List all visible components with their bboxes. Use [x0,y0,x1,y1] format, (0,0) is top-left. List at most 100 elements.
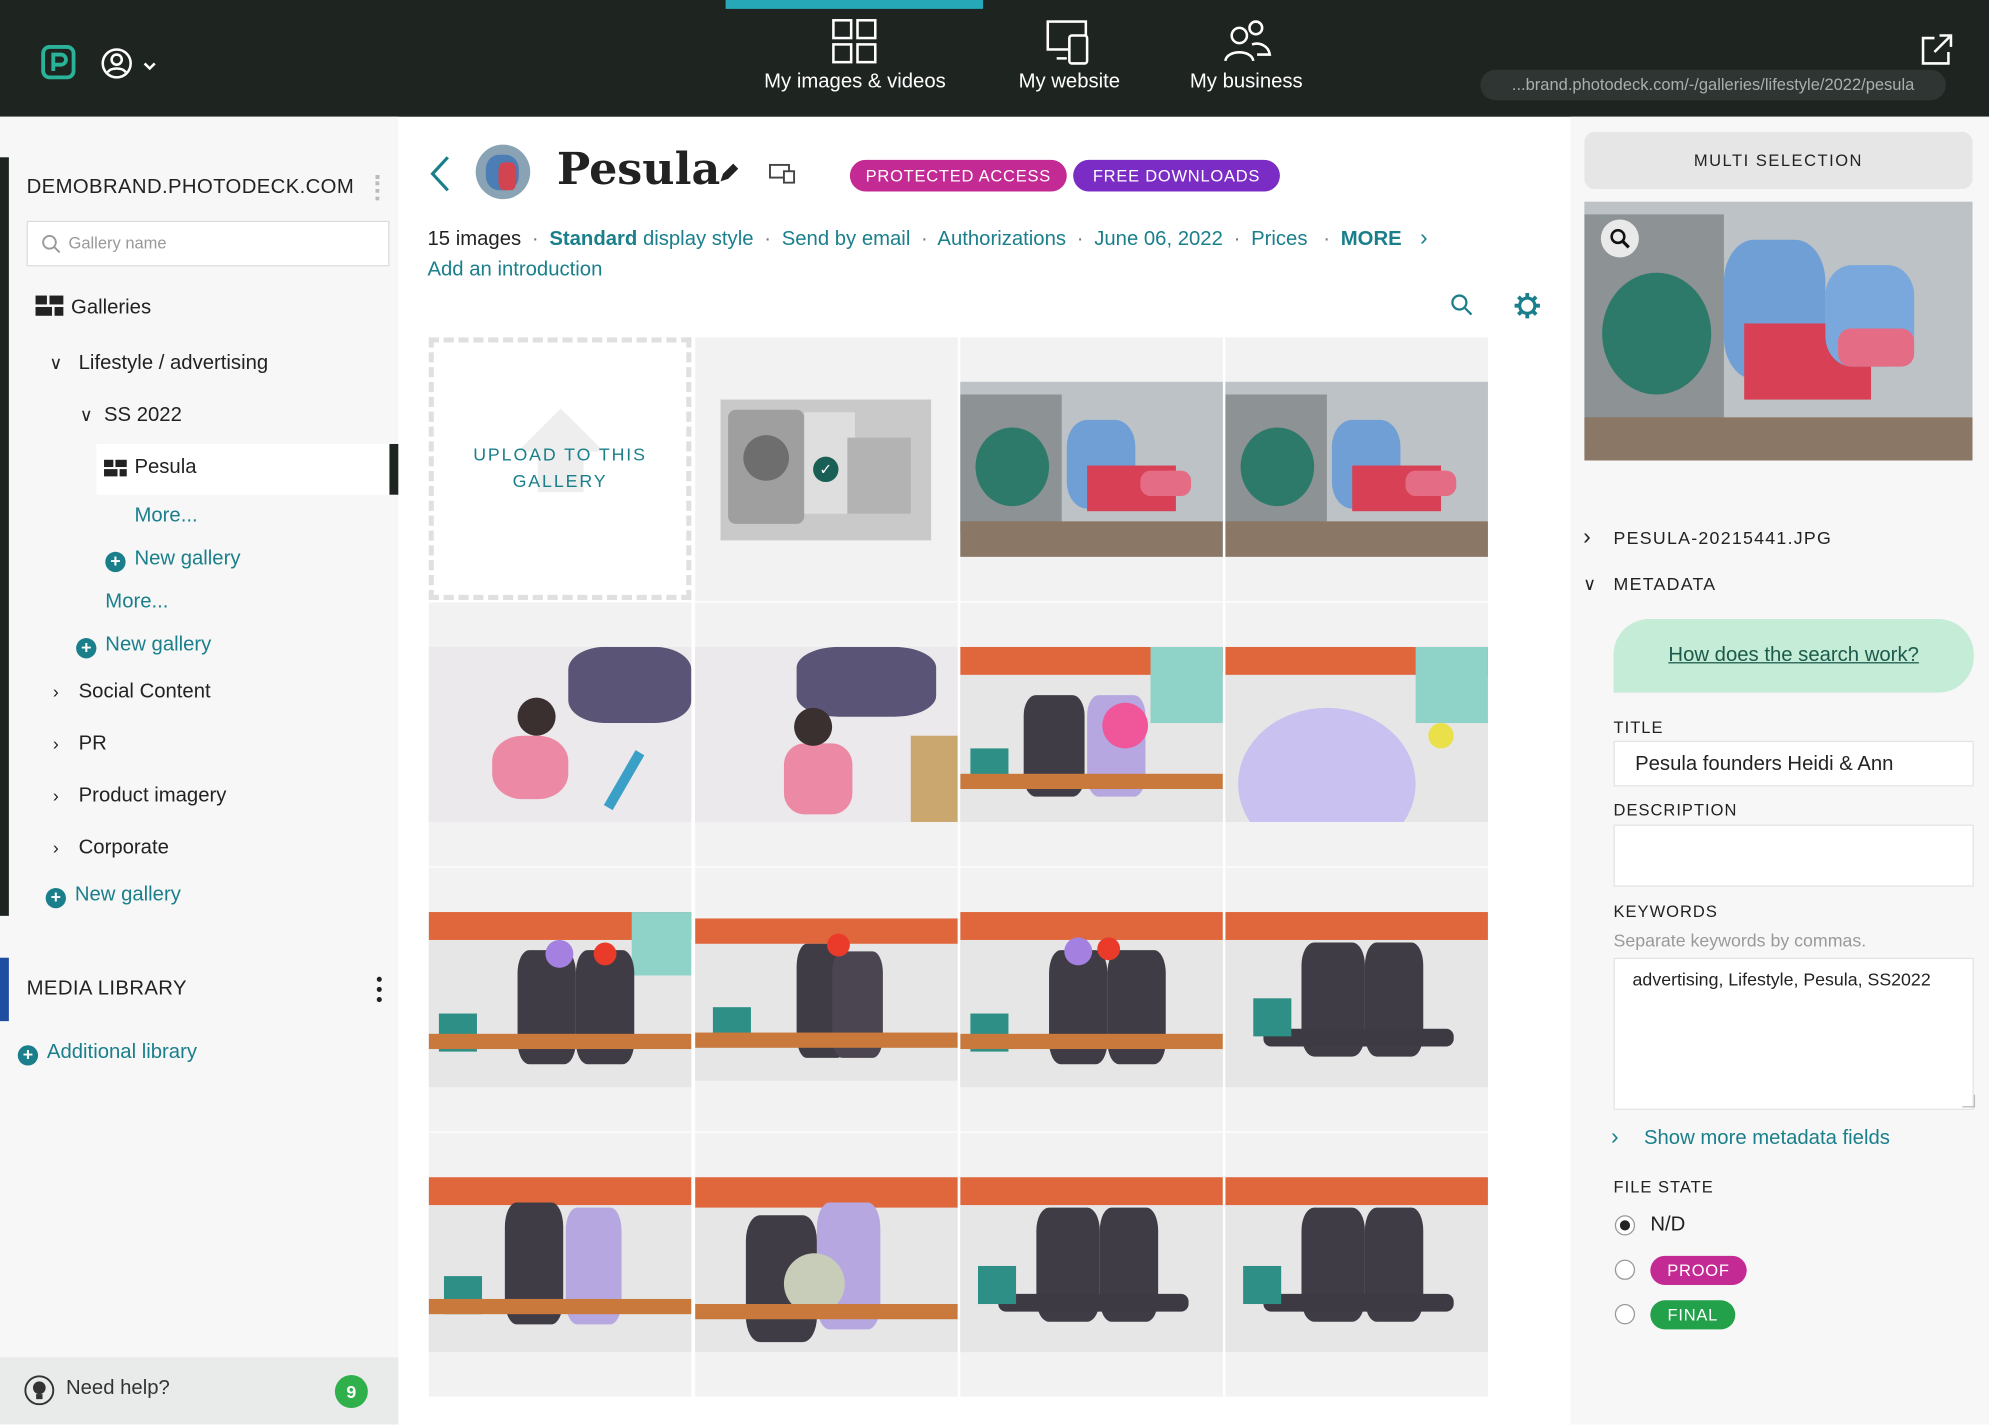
multi-selection-button[interactable]: MULTI SELECTION [1584,131,1973,190]
tree-label: Corporate [78,837,169,859]
image-tile[interactable] [695,1132,958,1397]
authorizations-link[interactable]: Authorizations [937,228,1066,250]
plus-icon: + [17,1045,39,1066]
image-thumbnail [1225,381,1488,557]
preview-image[interactable] [1584,201,1973,461]
more-link[interactable]: MORE [1341,228,1402,250]
tree-more-inner[interactable]: More... [134,505,197,528]
keywords-hint: Separate keywords by commas. [1613,929,1867,951]
upload-tile[interactable]: UPLOAD TO THIS GALLERY [428,337,692,602]
file-state-nd-radio[interactable] [1614,1215,1636,1236]
file-state-final-radio[interactable] [1614,1304,1636,1325]
image-tile[interactable] [1225,867,1488,1132]
search-help-bubble[interactable]: How does the search work? [1613,619,1974,693]
image-thumbnail [695,1177,958,1353]
open-external-icon[interactable] [1919,33,1955,72]
chevron-right-icon: › [52,681,59,702]
display-style-link[interactable]: Standard display style [549,228,753,250]
description-field[interactable] [1613,824,1974,887]
plus-icon: + [105,551,126,573]
nav-my-images-videos[interactable]: My images & videos [755,18,955,107]
protected-access-badge[interactable]: PROTECTED ACCESS [849,159,1067,192]
image-tile[interactable] [428,867,692,1132]
media-library-menu-icon[interactable] [375,975,383,1009]
image-thumbnail [1225,646,1488,822]
image-tile[interactable] [960,602,1223,867]
tree-more-outer[interactable]: More... [105,591,168,614]
file-state-proof-radio[interactable] [1614,1259,1636,1280]
image-tile[interactable] [695,602,958,867]
plus-icon: + [45,887,66,909]
tree-label: Lifestyle / advertising [78,352,269,375]
tree-item-ss2022[interactable]: ∨ SS 2022 [76,405,182,428]
image-tile[interactable] [428,602,692,867]
image-tile[interactable] [960,867,1223,1132]
add-introduction-link[interactable]: Add an introduction [427,259,602,282]
people-icon [1223,20,1271,62]
image-tile[interactable] [960,337,1223,602]
edit-pencil-icon[interactable] [717,162,740,191]
account-menu-icon[interactable] [100,47,161,89]
search-icon[interactable] [1450,293,1473,322]
photodeck-logo-icon[interactable] [41,44,77,86]
title-field[interactable]: Pesula founders Heidi & Ann [1613,740,1974,787]
metadata-row[interactable]: ∨ METADATA [1583,573,1716,595]
image-tile[interactable] [960,1132,1223,1397]
image-tile[interactable] [428,1132,692,1397]
media-library-header[interactable]: MEDIA LIBRARY [0,957,398,1022]
image-tile[interactable]: ✓ [695,337,958,602]
send-email-link[interactable]: Send by email [782,228,911,250]
tree-item-pr[interactable]: › PR [46,733,107,756]
tree-item-pesula[interactable]: Pesula [96,443,399,495]
keywords-label: KEYWORDS [1613,901,1718,921]
chevron-right-icon[interactable]: › [1420,225,1428,250]
filename-row[interactable]: › PESULA-20215441.JPG [1583,524,1832,551]
image-tile[interactable] [695,867,958,1132]
show-more-metadata-button[interactable]: › Show more metadata fields [1611,1124,1890,1151]
preview-devices-icon[interactable] [769,163,797,191]
search-help-link[interactable]: How does the search work? [1614,644,1974,667]
nav-my-business[interactable]: My business [1180,18,1313,107]
tree-label: SS 2022 [104,404,182,427]
keywords-field[interactable]: advertising, Lifestyle, Pesula, SS2022 [1613,957,1974,1110]
grid-icon [832,19,877,64]
galleries-icon [35,295,64,316]
nav-label: My business [1189,71,1303,93]
image-tile[interactable] [1225,1132,1488,1397]
prices-link[interactable]: Prices [1251,228,1307,250]
tree-item-lifestyle[interactable]: ∨ Lifestyle / advertising [46,353,269,376]
zoom-search-icon[interactable] [1600,219,1639,258]
image-thumbnail [960,381,1223,557]
site-menu-icon[interactable] [375,175,380,201]
new-gallery-mid-button[interactable]: + New gallery [76,634,211,659]
tree-item-product[interactable]: › Product imagery [46,785,227,808]
image-thumbnail [1225,1177,1488,1353]
help-bar[interactable]: Need help? 9 [0,1357,399,1425]
gallery-search-input[interactable]: Gallery name [26,220,390,267]
tree-item-social[interactable]: › Social Content [46,681,211,704]
additional-library-button[interactable]: + Additional library [17,1041,197,1066]
site-url-bar[interactable]: ...brand.photodeck.com/-/galleries/lifes… [1480,69,1946,101]
image-thumbnail [428,646,692,822]
image-tile[interactable] [1225,602,1488,867]
nav-my-website[interactable]: My website [1006,18,1133,107]
additional-library-label: Additional library [46,1041,197,1064]
image-thumbnail [960,1177,1223,1353]
new-gallery-top-button[interactable]: + New gallery [45,884,181,909]
display-style-text: display style [642,228,754,250]
free-downloads-badge[interactable]: FREE DOWNLOADS [1073,159,1280,192]
back-icon[interactable] [427,153,452,200]
resize-handle-icon[interactable] [1962,1094,1976,1108]
new-gallery-inner-button[interactable]: + New gallery [105,548,240,573]
tree-item-corporate[interactable]: › Corporate [46,837,169,860]
sidebar-item-galleries[interactable]: Galleries [35,295,152,320]
final-badge: FINAL [1650,1300,1736,1330]
media-library-edge [0,957,9,1022]
tree-label: Product imagery [78,785,227,807]
image-tile[interactable] [1225,337,1488,602]
display-style-bold: Standard [549,228,638,250]
filename-label: PESULA-20215441.JPG [1613,527,1833,548]
settings-gear-icon[interactable] [1513,292,1541,326]
galleries-label: Galleries [71,296,152,319]
date-link[interactable]: June 06, 2022 [1094,228,1223,250]
